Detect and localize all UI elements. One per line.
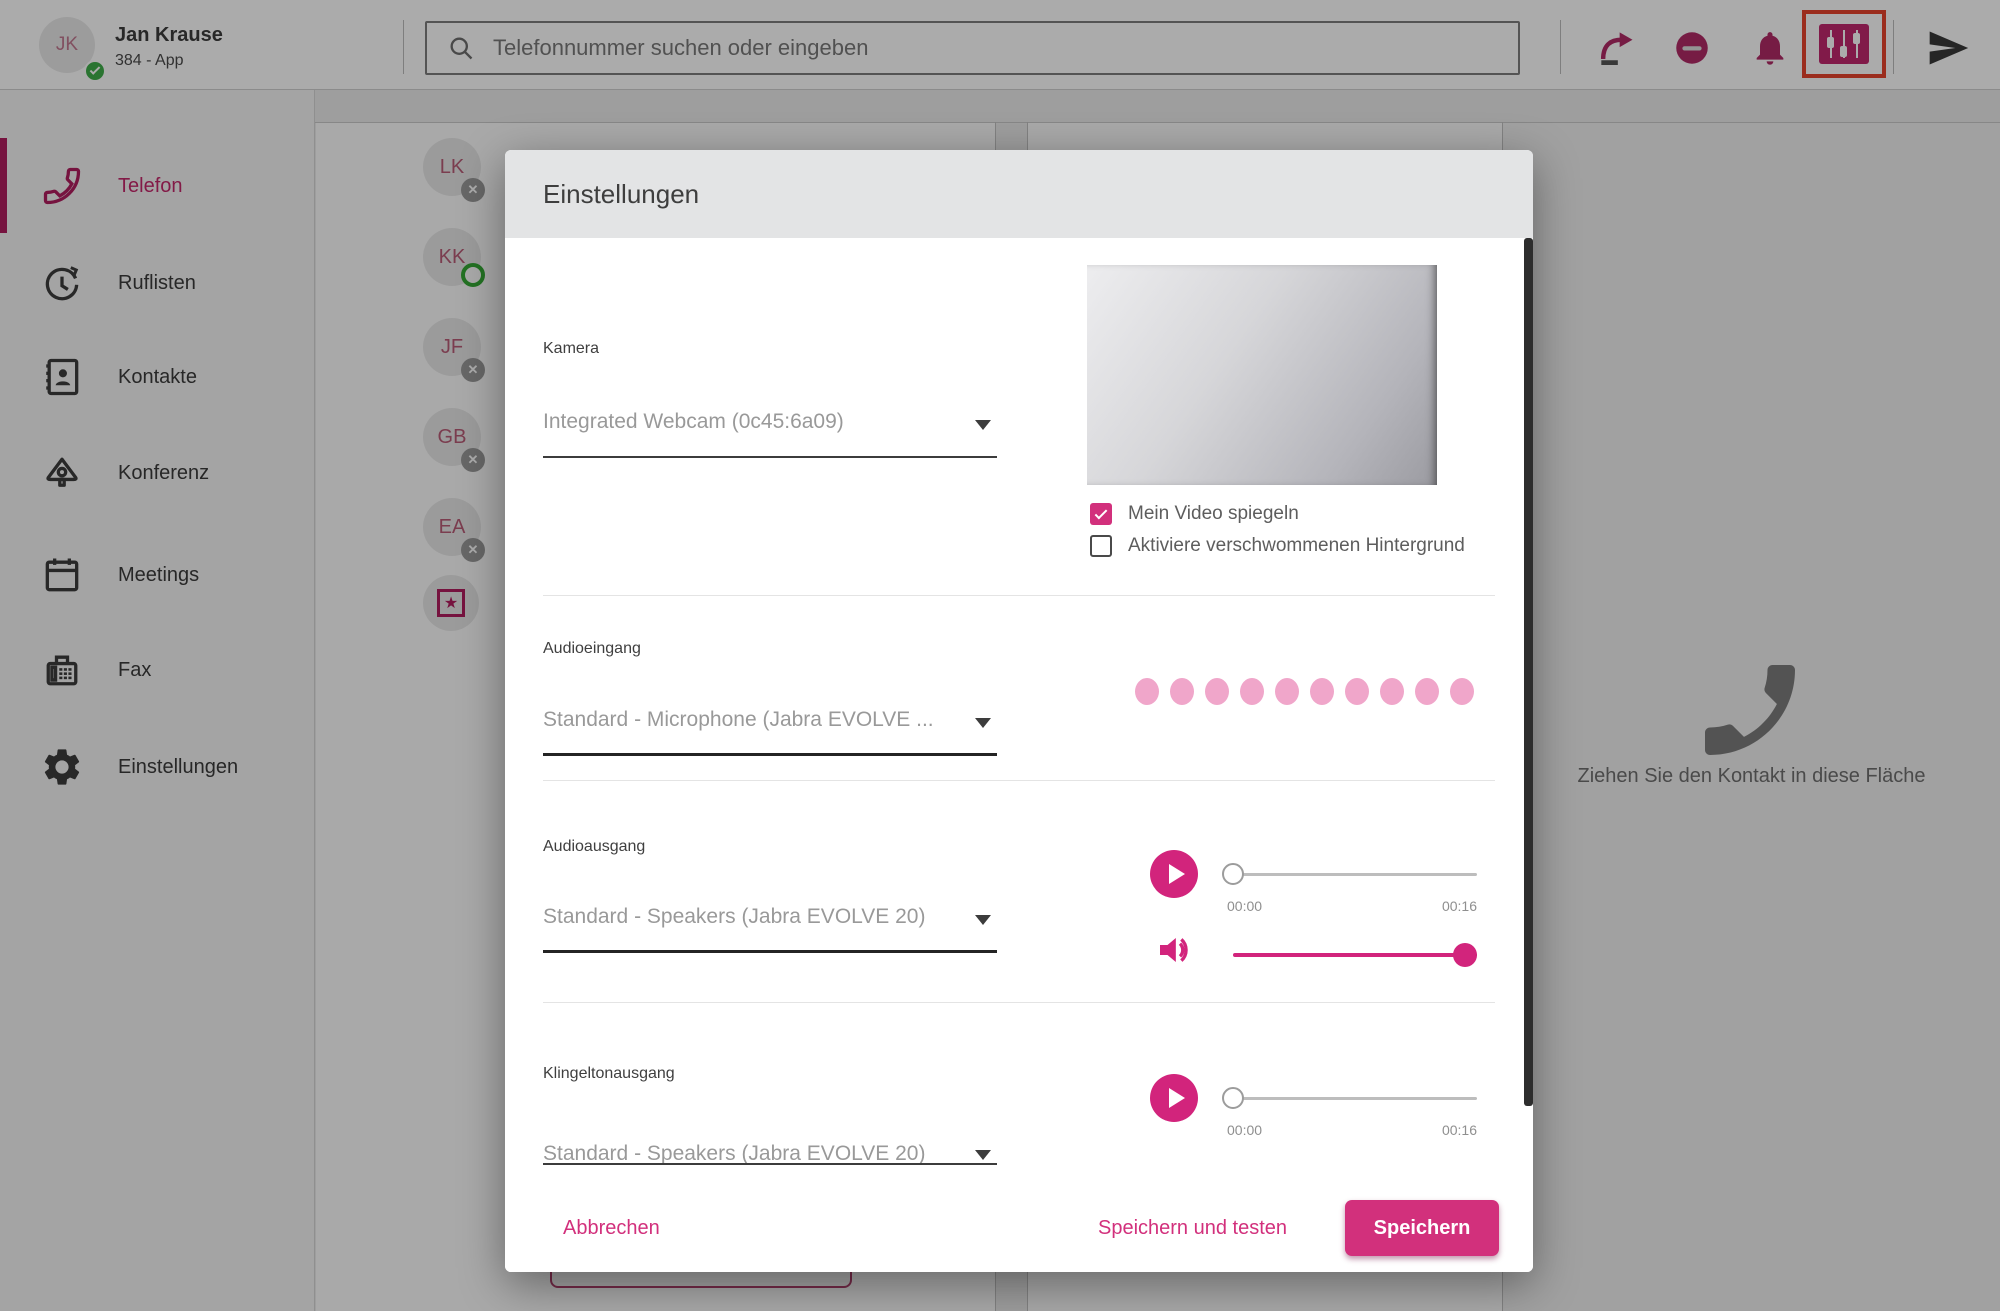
audio-output-progress-knob[interactable] (1222, 863, 1244, 885)
blur-background-label: Aktiviere verschwommenen Hintergrund (1128, 535, 1465, 557)
ringtone-progress-knob[interactable] (1222, 1087, 1244, 1109)
cancel-button[interactable]: Abbrechen (563, 1185, 660, 1272)
save-button[interactable]: Speichern (1345, 1200, 1499, 1256)
divider (543, 780, 1495, 781)
camera-value: Integrated Webcam (0c45:6a09) (543, 410, 957, 434)
time-end: 00:16 (1385, 898, 1477, 914)
chevron-down-icon (975, 420, 991, 430)
ringtone-output-label: Klingeltonausgang (543, 1065, 675, 1083)
ringtone-progress-track[interactable] (1233, 1097, 1477, 1100)
audio-output-select[interactable]: Standard - Speakers (Jabra EVOLVE 20) (543, 885, 997, 953)
blur-background-checkbox[interactable]: Aktiviere verschwommenen Hintergrund (1090, 535, 1465, 557)
time-start: 00:00 (1227, 1122, 1262, 1138)
chevron-down-icon (975, 718, 991, 728)
divider (543, 1002, 1495, 1003)
audio-input-select[interactable]: Standard - Microphone (Jabra EVOLVE ... (543, 688, 997, 756)
audio-output-play-button[interactable] (1150, 850, 1198, 898)
camera-preview (1087, 265, 1437, 485)
play-icon (1169, 864, 1185, 884)
chevron-down-icon (975, 915, 991, 925)
select-underline (543, 1163, 997, 1165)
dialog-footer: Abbrechen Speichern und testen Speichern (505, 1185, 1533, 1272)
audio-input-value: Standard - Microphone (Jabra EVOLVE ... (543, 708, 957, 732)
audio-output-label: Audioausgang (543, 838, 645, 856)
mirror-video-checkbox[interactable]: Mein Video spiegeln (1090, 503, 1299, 525)
audio-output-value: Standard - Speakers (Jabra EVOLVE 20) (543, 905, 957, 929)
camera-label: Kamera (543, 340, 599, 358)
app-screen: JK Jan Krause 384 - App Telefonnummer su… (0, 0, 2000, 1311)
time-start: 00:00 (1227, 898, 1262, 914)
volume-slider-track[interactable] (1233, 953, 1477, 957)
chevron-down-icon (975, 1150, 991, 1160)
dialog-title: Einstellungen (543, 179, 699, 210)
scrollbar[interactable] (1524, 238, 1533, 1106)
ringtone-play-button[interactable] (1150, 1074, 1198, 1122)
time-end: 00:16 (1385, 1122, 1477, 1138)
speaker-icon (1155, 930, 1195, 970)
dialog-header: Einstellungen (505, 150, 1533, 238)
save-and-test-button[interactable]: Speichern und testen (1098, 1185, 1287, 1272)
checkbox-checked-icon (1090, 503, 1112, 525)
volume-slider-knob[interactable] (1453, 943, 1477, 967)
checkbox-unchecked-icon (1090, 535, 1112, 557)
audio-input-label: Audioeingang (543, 640, 641, 658)
camera-select[interactable]: Integrated Webcam (0c45:6a09) (543, 390, 997, 458)
play-icon (1169, 1088, 1185, 1108)
mirror-video-label: Mein Video spiegeln (1128, 503, 1299, 525)
settings-dialog: Einstellungen Kamera Integrated Webcam (… (505, 150, 1533, 1272)
audio-output-progress-track[interactable] (1233, 873, 1477, 876)
ringtone-output-select[interactable]: Standard - Speakers (Jabra EVOLVE 20) (543, 1122, 997, 1165)
divider (543, 595, 1495, 596)
mic-level-indicator (1135, 678, 1474, 705)
